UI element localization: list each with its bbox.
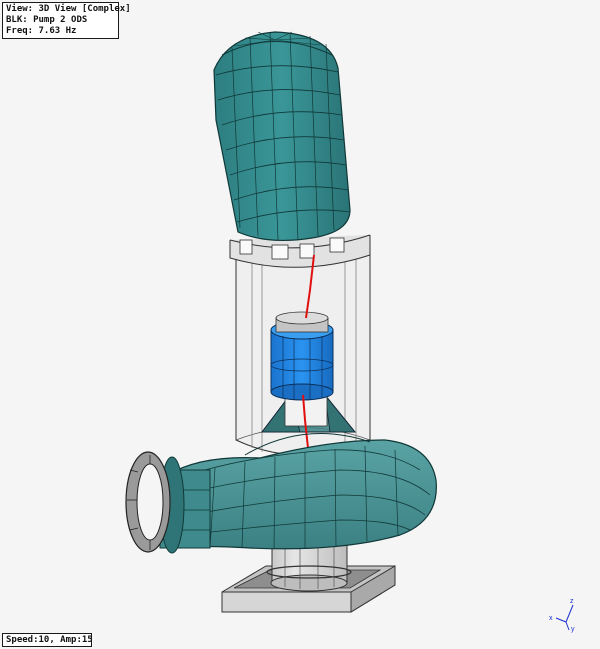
axis-z-label: z xyxy=(570,598,574,605)
view-label: View: 3D View [Complex] xyxy=(6,4,131,14)
frequency-label: Freq: 7.63 Hz xyxy=(6,26,77,36)
motor xyxy=(213,31,351,242)
pump-3d-model[interactable]: z x y xyxy=(0,0,600,649)
suction-flange xyxy=(125,451,171,553)
axis-x-label: x xyxy=(549,615,553,622)
3d-viewport[interactable]: z x y View: 3D View [Complex] BLK: Pump … xyxy=(0,0,600,649)
coupling xyxy=(270,311,334,401)
axis-y-label: y xyxy=(571,626,575,633)
axis-triad: z x y xyxy=(549,598,575,633)
volute-casing xyxy=(159,433,437,554)
view-info-panel: View: 3D View [Complex] BLK: Pump 2 ODS … xyxy=(2,2,131,39)
pedestal xyxy=(266,544,352,592)
animation-status: Speed:10, Amp:15 xyxy=(2,633,93,647)
block-label: BLK: Pump 2 ODS xyxy=(6,15,88,25)
